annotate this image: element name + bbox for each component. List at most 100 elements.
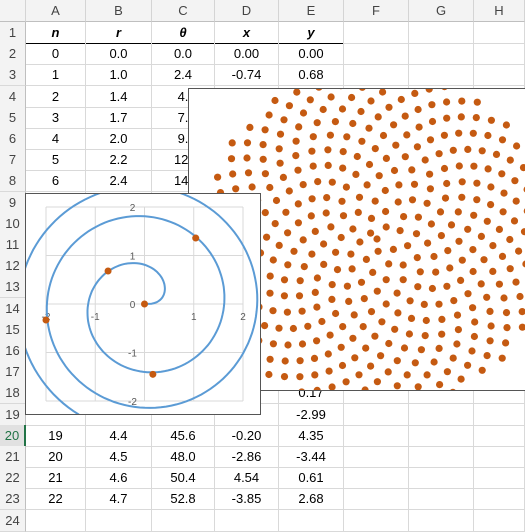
sheet-cell[interactable] bbox=[152, 510, 215, 532]
row-header[interactable]: 4 bbox=[0, 86, 26, 108]
sheet-cell[interactable]: 52.8 bbox=[152, 488, 215, 510]
sheet-cell[interactable]: 4.6 bbox=[86, 467, 152, 489]
sheet-cell[interactable]: 22 bbox=[26, 488, 86, 510]
sheet-cell[interactable] bbox=[474, 488, 525, 510]
sheet-cell[interactable]: 4.35 bbox=[279, 425, 344, 447]
sheet-cell[interactable] bbox=[474, 404, 525, 426]
sheet-cell[interactable]: 0 bbox=[26, 43, 86, 65]
row-header[interactable]: 15 bbox=[0, 319, 26, 341]
sheet-cell[interactable]: 48.0 bbox=[152, 446, 215, 468]
row-header[interactable]: 17 bbox=[0, 361, 26, 383]
sheet-cell[interactable] bbox=[344, 425, 409, 447]
column-header-d[interactable]: D bbox=[215, 0, 279, 22]
row-header[interactable]: 2 bbox=[0, 43, 26, 65]
row-header[interactable]: 3 bbox=[0, 64, 26, 86]
sheet-cell[interactable]: 0.0 bbox=[86, 43, 152, 65]
sheet-cell[interactable]: 2.4 bbox=[152, 64, 215, 86]
sheet-cell[interactable] bbox=[474, 446, 525, 468]
row-header[interactable]: 19 bbox=[0, 404, 26, 426]
sheet-cell[interactable]: 21 bbox=[26, 467, 86, 489]
sheet-cell[interactable]: 0.00 bbox=[215, 43, 279, 65]
sheet-cell[interactable]: 4.4 bbox=[86, 425, 152, 447]
sheet-cell[interactable]: 0.61 bbox=[279, 467, 344, 489]
row-header[interactable]: 24 bbox=[0, 510, 26, 532]
row-header[interactable]: 6 bbox=[0, 128, 26, 150]
row-header[interactable]: 13 bbox=[0, 276, 26, 298]
sheet-cell[interactable]: 2 bbox=[26, 86, 86, 108]
sheet-cell[interactable]: 6 bbox=[26, 170, 86, 192]
sheet-cell[interactable] bbox=[409, 425, 474, 447]
sheet-cell[interactable] bbox=[474, 43, 525, 65]
row-header[interactable]: 22 bbox=[0, 467, 26, 489]
row-header[interactable]: 7 bbox=[0, 149, 26, 171]
sheet-cell[interactable]: 2.4 bbox=[86, 170, 152, 192]
column-header-b[interactable]: B bbox=[86, 0, 152, 22]
column-header-g[interactable]: G bbox=[409, 0, 474, 22]
sheet-cell[interactable] bbox=[344, 446, 409, 468]
sheet-cell[interactable]: 0.68 bbox=[279, 64, 344, 86]
sheet-cell[interactable] bbox=[344, 64, 409, 86]
sheet-cell[interactable]: 19 bbox=[26, 425, 86, 447]
sheet-cell[interactable] bbox=[474, 22, 525, 44]
row-header[interactable]: 23 bbox=[0, 488, 26, 510]
sheet-cell[interactable]: 2.0 bbox=[86, 128, 152, 150]
sheet-cell[interactable] bbox=[344, 510, 409, 532]
sheet-cell[interactable]: 0.00 bbox=[279, 43, 344, 65]
row-header[interactable]: 18 bbox=[0, 382, 26, 404]
sheet-cell[interactable]: -3.85 bbox=[215, 488, 279, 510]
row-header[interactable]: 9 bbox=[0, 192, 26, 214]
select-all-corner[interactable] bbox=[0, 0, 26, 22]
sheet-cell[interactable]: 5 bbox=[26, 149, 86, 171]
sheet-cell[interactable] bbox=[474, 467, 525, 489]
sheet-cell[interactable]: -0.74 bbox=[215, 64, 279, 86]
sheet-cell[interactable] bbox=[409, 467, 474, 489]
sheet-cell[interactable]: -2.86 bbox=[215, 446, 279, 468]
sheet-cell[interactable]: 0.0 bbox=[152, 43, 215, 65]
sheet-cell[interactable]: -2.99 bbox=[279, 404, 344, 426]
sheet-cell[interactable] bbox=[409, 22, 474, 44]
sheet-cell[interactable]: θ bbox=[152, 22, 215, 44]
sheet-cell[interactable]: 20 bbox=[26, 446, 86, 468]
sheet-cell[interactable] bbox=[215, 510, 279, 532]
sheet-cell[interactable]: r bbox=[86, 22, 152, 44]
sheet-cell[interactable] bbox=[474, 425, 525, 447]
sheet-cell[interactable]: 2.2 bbox=[86, 149, 152, 171]
sheet-cell[interactable] bbox=[409, 404, 474, 426]
sheet-cell[interactable] bbox=[344, 467, 409, 489]
sheet-cell[interactable]: 45.6 bbox=[152, 425, 215, 447]
sheet-cell[interactable] bbox=[344, 22, 409, 44]
row-header[interactable]: 12 bbox=[0, 255, 26, 277]
sheet-cell[interactable] bbox=[409, 446, 474, 468]
sheet-cell[interactable]: n bbox=[26, 22, 86, 44]
spiral-chart[interactable]: -2-112210-1-2 bbox=[25, 193, 261, 415]
sheet-cell[interactable] bbox=[474, 64, 525, 86]
row-header[interactable]: 1 bbox=[0, 22, 26, 44]
row-header[interactable]: 21 bbox=[0, 446, 26, 468]
sheet-cell[interactable]: -0.20 bbox=[215, 425, 279, 447]
sheet-cell[interactable]: x bbox=[215, 22, 279, 44]
sheet-cell[interactable]: y bbox=[279, 22, 344, 44]
row-header[interactable]: 11 bbox=[0, 234, 26, 256]
column-header-e[interactable]: E bbox=[279, 0, 344, 22]
sheet-cell[interactable] bbox=[344, 404, 409, 426]
sheet-cell[interactable]: 50.4 bbox=[152, 467, 215, 489]
sheet-cell[interactable] bbox=[409, 43, 474, 65]
sheet-cell[interactable] bbox=[86, 510, 152, 532]
column-header-c[interactable]: C bbox=[152, 0, 215, 22]
sheet-cell[interactable] bbox=[409, 510, 474, 532]
sheet-cell[interactable] bbox=[409, 64, 474, 86]
sheet-cell[interactable]: 4 bbox=[26, 128, 86, 150]
sheet-cell[interactable] bbox=[474, 510, 525, 532]
row-header[interactable]: 8 bbox=[0, 170, 26, 192]
column-header-h[interactable]: H bbox=[474, 0, 525, 22]
sheet-cell[interactable]: -3.44 bbox=[279, 446, 344, 468]
sheet-cell[interactable] bbox=[26, 510, 86, 532]
row-header[interactable]: 16 bbox=[0, 340, 26, 362]
sheet-cell[interactable]: 3 bbox=[26, 107, 86, 129]
sheet-cell[interactable] bbox=[344, 488, 409, 510]
sheet-cell[interactable] bbox=[344, 43, 409, 65]
sheet-cell[interactable]: 1.0 bbox=[86, 64, 152, 86]
row-header[interactable]: 10 bbox=[0, 213, 26, 235]
column-header-a[interactable]: A bbox=[26, 0, 86, 22]
sheet-cell[interactable] bbox=[279, 510, 344, 532]
